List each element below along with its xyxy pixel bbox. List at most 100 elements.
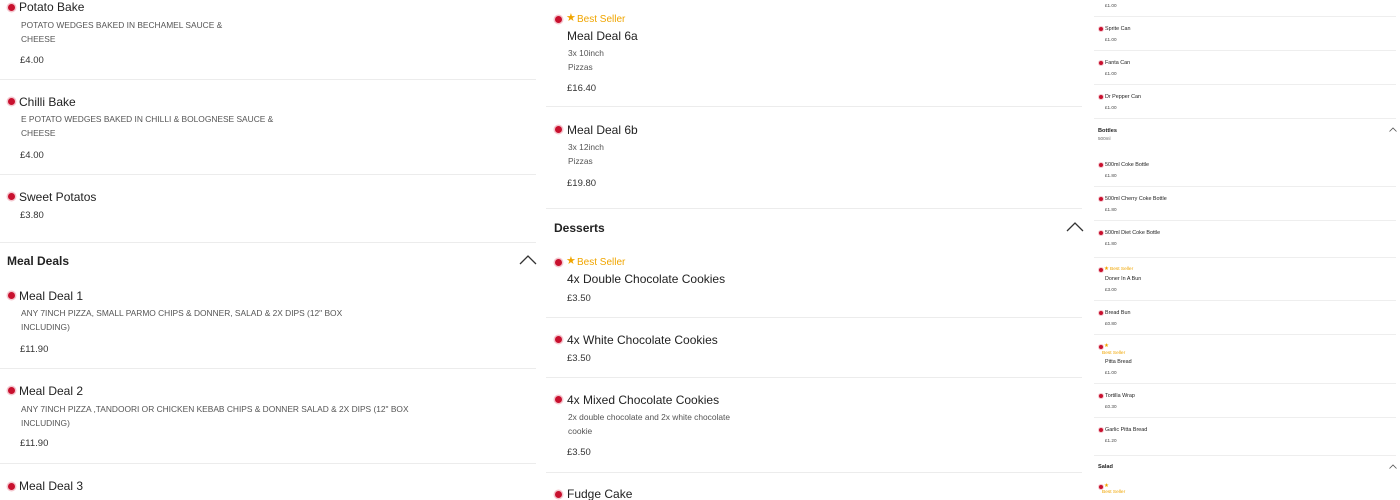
item-name: 500ml Coke Bottle [1105, 162, 1150, 168]
item-price: £11.90 [20, 344, 49, 355]
item-price: £0.80 [1105, 321, 1117, 326]
menu-item-sprite-can[interactable]: Sprite Can £1.00 [1094, 17, 1396, 51]
menu-item-dr-pepper-can[interactable]: Dr Pepper Can £1.00 [1094, 85, 1396, 119]
item-price: £1.00 [1105, 3, 1117, 8]
chevron-up-icon[interactable] [519, 255, 537, 265]
section-title: Salad [1098, 464, 1113, 470]
item-description-line: 3x 10inch [568, 48, 604, 58]
menu-item-meal-deal-1[interactable]: Meal Deal 1 ANY 7inch PIZZA, SMALL PARMO… [0, 281, 536, 369]
item-indicator-dot [8, 483, 15, 490]
section-header-bottles[interactable]: Bottles 500ml [1094, 119, 1397, 153]
item-indicator-dot [555, 396, 562, 403]
menu-item-coke-bottle[interactable]: 500ml Coke Bottle £1.80 [1094, 153, 1396, 187]
menu-item-mixed-chocolate-cookies[interactable]: 4x Mixed Chocolate Cookies 2x double cho… [546, 378, 1082, 473]
item-indicator-dot [1099, 268, 1103, 272]
item-indicator-dot [1099, 27, 1103, 31]
item-description-line: cookie [568, 425, 593, 436]
item-price: £19.80 [567, 178, 597, 189]
menu-item-garlic-pitta-bread[interactable]: Garlic Pitta Bread £1.20 [1094, 418, 1396, 456]
item-name: Sweet Potatos [19, 190, 97, 204]
item-indicator-dot [8, 292, 15, 299]
menu-item-meal-deal-6b[interactable]: Meal Deal 6b 3x 12inch Pizzas £19.80 [546, 107, 1082, 209]
item-indicator-dot [1099, 163, 1103, 167]
section-header-meal-deals[interactable]: Meal Deals [0, 243, 537, 281]
item-description-line: POTATO WEDGES BAKED IN BECHAMEL SAUCE & [21, 20, 223, 30]
chevron-up-icon[interactable] [1066, 222, 1084, 232]
menu-item-coke-can[interactable]: £1.00 [1094, 0, 1396, 17]
item-name: Meal Deal 2 [19, 384, 84, 398]
item-name: Meal Deal 1 [19, 289, 84, 303]
section-title: Desserts [554, 221, 605, 235]
chevron-up-icon[interactable] [1389, 127, 1397, 132]
item-price: £3.50 [567, 353, 591, 364]
item-name: 4x White Chocolate Cookies [567, 333, 718, 347]
item-indicator-dot [8, 193, 15, 200]
menu-item-doner-in-a-bun[interactable]: ★ Best Seller Doner In A Bun £3.00 [1094, 258, 1396, 301]
item-price: £1.80 [1105, 241, 1117, 246]
menu-item-white-chocolate-cookies[interactable]: 4x White Chocolate Cookies £3.50 [546, 318, 1082, 378]
menu-item-salad-first[interactable]: ★ Best Seller [1094, 478, 1396, 500]
best-seller-star-icon: ★ [1104, 343, 1109, 349]
section-title: Meal Deals [7, 254, 70, 268]
menu-item-cherry-coke-bottle[interactable]: 500ml Cherry Coke Bottle £1.80 [1094, 187, 1396, 221]
section-subtitle: 500ml [1098, 136, 1111, 141]
best-seller-badge: Best Seller [577, 14, 626, 25]
item-price: £1.00 [1105, 71, 1117, 76]
menu-item-chilli-bake[interactable]: Chilli Bake E POTATO WEDGES BAKED IN CHI… [0, 80, 536, 175]
section-header-desserts[interactable]: Desserts [546, 209, 1084, 247]
item-name: 500ml Diet Coke Bottle [1105, 230, 1161, 236]
item-description: ANY 7inch PIZZA ,TANDOORI OR CHICKEN KEB… [21, 403, 409, 430]
item-name: Potato Bake [19, 0, 85, 14]
menu-item-meal-deal-6a[interactable]: ★ Best Seller Meal Deal 6a 3x 10inch Piz… [546, 0, 1082, 107]
item-price: £3.50 [567, 447, 591, 458]
item-name: Pitta Bread [1105, 359, 1132, 365]
item-price: £1.00 [1105, 370, 1117, 375]
menu-item-bread-bun[interactable]: Bread Bun £0.80 [1094, 301, 1396, 335]
item-name: Chilli Bake [19, 95, 76, 109]
menu-item-diet-coke-bottle[interactable]: 500ml Diet Coke Bottle £1.80 [1094, 221, 1396, 258]
item-name: 4x Mixed Chocolate Cookies [567, 393, 720, 407]
best-seller-badge: Best Seller [1110, 267, 1134, 272]
item-indicator-dot [1099, 394, 1103, 398]
item-name: Meal Deal 3 [19, 479, 84, 493]
item-indicator-dot [8, 4, 15, 11]
menu-item-pitta-bread[interactable]: ★ Best Seller Pitta Bread £1.00 [1094, 335, 1396, 384]
item-indicator-dot [1099, 231, 1103, 235]
item-description-line: 3x 12inch [568, 142, 604, 152]
item-price: £1.00 [1105, 37, 1117, 42]
item-price: £3.00 [1105, 287, 1117, 292]
item-name: 4x Double Chocolate Cookies [567, 272, 726, 286]
item-description-line: CHEESE [21, 127, 56, 138]
item-description-line: 2x double chocolate and 2x white chocola… [568, 412, 731, 422]
item-description: POTATO WEDGES BAKED IN BECHAMEL SAUCE & … [21, 19, 222, 46]
menu-column-right: £1.00 Sprite Can £1.00 Fanta Can £1.00 D… [1094, 0, 1400, 500]
section-title: Bottles [1098, 128, 1117, 134]
item-name: Tortilla Wrap [1105, 393, 1135, 399]
item-price: £16.40 [567, 83, 597, 94]
item-name: Meal Deal 6a [567, 29, 638, 43]
item-name: Garlic Pitta Bread [1105, 427, 1148, 433]
item-indicator-dot [555, 16, 562, 23]
item-indicator-dot [555, 259, 562, 266]
item-name: Fudge Cake [567, 487, 633, 500]
menu-item-sweet-potatos[interactable]: Sweet Potatos £3.80 [0, 175, 536, 243]
item-indicator-dot [1099, 311, 1103, 315]
menu-item-meal-deal-3[interactable]: Meal Deal 3 [0, 464, 536, 500]
item-description-line: CHEESE [21, 33, 56, 44]
item-price: £1.20 [1105, 438, 1117, 443]
menu-item-tortilla-wrap[interactable]: Tortilla Wrap £0.30 [1094, 384, 1396, 418]
item-name: Sprite Can [1105, 26, 1131, 32]
section-header-salad[interactable]: Salad [1094, 456, 1397, 478]
chevron-up-icon[interactable] [1389, 464, 1397, 469]
menu-item-potato-bake[interactable]: Potato Bake POTATO WEDGES BAKED IN BECHA… [0, 0, 536, 80]
menu-item-double-chocolate-cookies[interactable]: ★ Best Seller 4x Double Chocolate Cookie… [546, 247, 1082, 318]
item-name: 500ml Cherry Coke Bottle [1105, 196, 1167, 202]
menu-item-fudge-cake[interactable]: Fudge Cake [546, 473, 1082, 500]
item-name: Meal Deal 6b [567, 123, 638, 137]
item-description-line: INCLUDING) [21, 417, 70, 428]
item-price: £1.00 [1105, 105, 1117, 110]
item-indicator-dot [1099, 428, 1103, 432]
menu-item-meal-deal-2[interactable]: Meal Deal 2 ANY 7inch PIZZA ,TANDOORI OR… [0, 369, 536, 464]
menu-item-fanta-can[interactable]: Fanta Can £1.00 [1094, 51, 1396, 85]
item-price: £3.50 [567, 293, 591, 304]
